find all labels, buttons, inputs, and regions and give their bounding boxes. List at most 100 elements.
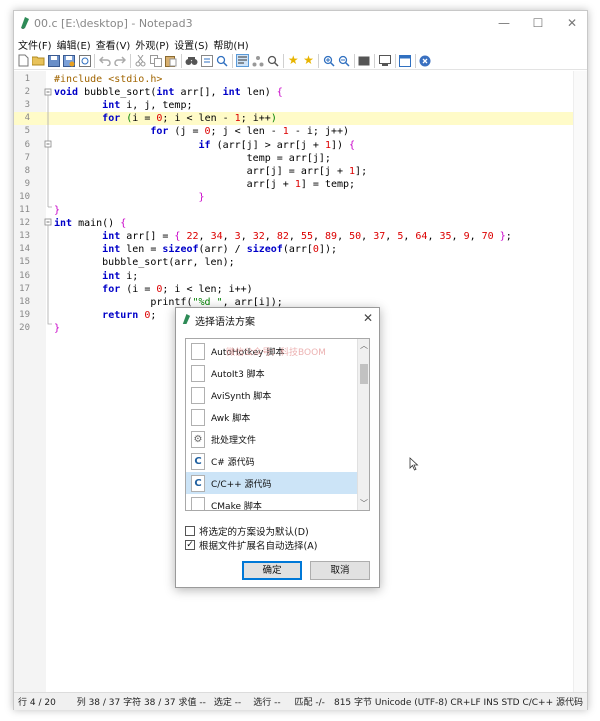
save-as-icon[interactable] <box>63 54 76 67</box>
browse-icon[interactable] <box>78 54 91 67</box>
code-line[interactable]: 15 bubble_sort(arr, len); <box>14 256 574 269</box>
status-file-info[interactable]: 815 字节 Unicode (UTF-8) CR+LF INS STD C/C… <box>330 695 587 708</box>
fold-margin[interactable] <box>44 71 52 699</box>
scheme-list-item[interactable]: Awk 脚本 <box>186 406 358 428</box>
cut-icon[interactable] <box>134 54 147 67</box>
code-text[interactable]: if (arr[j] > arr[j + 1]) { <box>54 139 356 152</box>
code-line[interactable]: 16 int i; <box>14 270 574 283</box>
auto-select-checkbox-row[interactable]: ✓ 根据文件扩展名自动选择(A) <box>185 538 317 552</box>
customize-icon[interactable] <box>378 54 391 67</box>
zoom-in-icon[interactable] <box>322 54 335 67</box>
code-text[interactable]: for (i = 0; i < len - 1; i++) <box>54 112 277 125</box>
code-text[interactable]: for (i = 0; i < len; i++) <box>54 283 253 296</box>
scheme-icon[interactable] <box>358 54 371 67</box>
wordwrap-icon[interactable] <box>235 54 249 67</box>
dialog-title-bar[interactable]: 选择语法方案 ✕ <box>176 308 379 330</box>
open-folder-icon[interactable] <box>32 54 45 67</box>
code-line[interactable]: 6 if (arr[j] > arr[j + 1]) { <box>14 139 574 152</box>
dialog-close-icon[interactable]: ✕ <box>363 311 373 325</box>
code-text[interactable]: } <box>54 204 60 217</box>
menu-appearance[interactable]: 外观(P) <box>134 35 173 52</box>
auto-select-checkbox[interactable]: ✓ <box>185 540 195 550</box>
tree-icon[interactable] <box>251 54 264 67</box>
code-line[interactable]: 13 int arr[] = { 22, 34, 3, 32, 82, 55, … <box>14 230 574 243</box>
find-icon[interactable] <box>185 54 198 67</box>
add-favorite-icon[interactable]: ★ <box>302 54 315 67</box>
code-line[interactable]: 5 for (j = 0; j < len - 1 - i; j++) <box>14 125 574 138</box>
scroll-down-icon[interactable]: ﹀ <box>358 498 369 509</box>
copy-icon[interactable] <box>149 54 162 67</box>
scheme-list-item[interactable]: ⚙ 批处理文件 <box>186 428 358 450</box>
code-text[interactable]: int len = sizeof(arr) / sizeof(arr[0]); <box>54 243 337 256</box>
menu-file[interactable]: 文件(F) <box>17 35 56 52</box>
code-text[interactable]: temp = arr[j]; <box>54 152 331 165</box>
new-file-icon[interactable] <box>17 54 30 67</box>
scheme-list[interactable]: AutoHotkey 脚本 AutoIt3 脚本 AviSynth 脚本 Awk 脚本… <box>185 338 370 511</box>
menu-view[interactable]: 查看(V) <box>95 35 135 52</box>
maximize-button[interactable]: ☐ <box>521 11 555 35</box>
replace-icon[interactable] <box>200 54 213 67</box>
scheme-list-scrollbar[interactable]: ︿ ﹀ <box>357 339 369 510</box>
code-line[interactable]: 3 int i, j, temp; <box>14 99 574 112</box>
code-line[interactable]: 8 arr[j] = arr[j + 1]; <box>14 165 574 178</box>
redo-icon[interactable] <box>114 54 127 67</box>
code-text[interactable]: #include <stdio.h> <box>54 73 162 86</box>
favorites-icon[interactable]: ★ <box>287 54 300 67</box>
scroll-up-icon[interactable]: ︿ <box>358 340 369 351</box>
status-column[interactable]: 列 38 / 37 字符 38 / 37 求值 -- <box>73 695 210 708</box>
code-line[interactable]: 1 #include <stdio.h> <box>14 73 574 86</box>
scheme-list-item[interactable]: CMake 脚本 <box>186 494 358 510</box>
scroll-thumb[interactable] <box>360 364 368 384</box>
minimize-button[interactable]: — <box>487 11 521 35</box>
code-text[interactable]: bubble_sort(arr, len); <box>54 256 234 269</box>
code-line[interactable]: 12 int main() { <box>14 217 574 230</box>
set-default-checkbox[interactable] <box>185 526 195 536</box>
code-line[interactable]: 2 void bubble_sort(int arr[], int len) { <box>14 86 574 99</box>
exit-icon[interactable] <box>419 54 432 67</box>
menu-settings[interactable]: 设置(S) <box>173 35 212 52</box>
toolbar-separator <box>130 53 132 68</box>
line-number: 15 <box>19 257 30 268</box>
notepad3-app-icon <box>21 17 29 29</box>
code-text[interactable]: for (j = 0; j < len - 1 - i; j++) <box>54 125 349 138</box>
close-button[interactable]: ✕ <box>555 11 589 35</box>
line-number: 4 <box>24 113 30 124</box>
code-line[interactable]: 14 int len = sizeof(arr) / sizeof(arr[0]… <box>14 243 574 256</box>
code-text[interactable]: } <box>54 322 60 335</box>
code-line[interactable]: 17 for (i = 0; i < len; i++) <box>14 283 574 296</box>
code-line[interactable]: 4 for (i = 0; i < len - 1; i++) <box>14 112 574 126</box>
scheme-list-item[interactable]: C C# 源代码 <box>186 450 358 472</box>
code-line[interactable]: 7 temp = arr[j]; <box>14 152 574 165</box>
code-text[interactable]: void bubble_sort(int arr[], int len) { <box>54 86 283 99</box>
goto-icon[interactable] <box>216 54 229 67</box>
code-line[interactable]: 11} <box>14 204 574 217</box>
scheme-list-item[interactable]: AutoIt3 脚本 <box>186 362 358 384</box>
code-text[interactable]: arr[j + 1] = temp; <box>54 178 355 191</box>
code-text[interactable]: arr[j] = arr[j + 1]; <box>54 165 367 178</box>
code-line[interactable]: 10 } <box>14 191 574 204</box>
toolbar-separator <box>353 53 355 68</box>
code-text[interactable]: int main() { <box>54 217 126 230</box>
code-text[interactable]: int arr[] = { 22, 34, 3, 32, 82, 55, 89,… <box>54 230 512 243</box>
file-icon <box>191 408 205 426</box>
code-text[interactable]: int i; <box>54 270 138 283</box>
code-text[interactable]: return 0; <box>54 309 156 322</box>
ok-button[interactable]: 确定 <box>242 561 302 580</box>
code-text[interactable]: int i, j, temp; <box>54 99 192 112</box>
zoom-out-icon[interactable] <box>338 54 351 67</box>
code-line[interactable]: 9 arr[j + 1] = temp; <box>14 178 574 191</box>
menu-help[interactable]: 帮助(H) <box>212 35 252 52</box>
search-files-icon[interactable] <box>266 54 279 67</box>
menu-edit[interactable]: 编辑(E) <box>56 35 95 52</box>
cancel-button[interactable]: 取消 <box>310 561 370 580</box>
editor-vertical-scrollbar[interactable] <box>573 71 587 699</box>
undo-icon[interactable] <box>98 54 111 67</box>
paste-icon[interactable] <box>165 54 178 67</box>
scheme-list-item[interactable]: AviSynth 脚本 <box>186 384 358 406</box>
scheme-list-item[interactable]: C C/C++ 源代码 <box>186 472 358 494</box>
set-default-checkbox-row[interactable]: 将选定的方案设为默认(D) <box>185 524 309 538</box>
save-icon[interactable] <box>48 54 61 67</box>
code-text[interactable]: } <box>54 191 205 204</box>
title-bar[interactable]: 00.c [E:\desktop] - Notepad3 — ☐ ✕ <box>14 11 587 35</box>
open-window-icon[interactable] <box>399 54 412 67</box>
